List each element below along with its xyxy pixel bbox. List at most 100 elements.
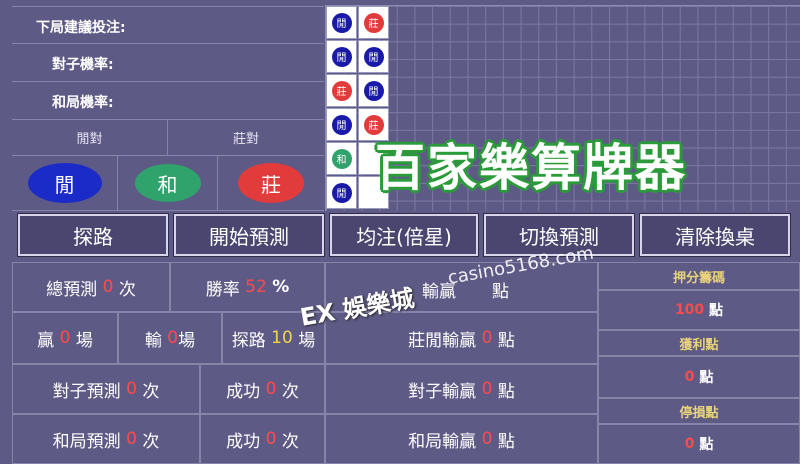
road-cell: 閒	[326, 108, 357, 141]
road-result-dot: 莊	[331, 80, 352, 101]
pair-success-label: 成功	[226, 381, 261, 402]
profit-unit: 點	[699, 370, 714, 386]
left-info-panel: 下局建議投注: 對子機率: 和局機率: 閒對 莊對 閒 和 莊	[12, 6, 324, 211]
total-prediction-cell: 總預測 0 次	[12, 262, 170, 312]
bp-winloss-unit: 點	[497, 330, 515, 351]
tie-button[interactable]: 和	[134, 164, 201, 202]
lose-value: 0	[167, 328, 179, 348]
road-result-dot: 閒	[331, 12, 352, 33]
stop-loss-label: 停損點	[679, 405, 719, 421]
tie-prediction-unit: 次	[142, 431, 160, 452]
road-cell: 和	[326, 142, 357, 175]
banker-button-label: 莊	[261, 172, 281, 197]
road-result-dot: 閒	[363, 80, 384, 101]
winrate-unit: %	[272, 277, 290, 297]
stop-loss-value: 0	[684, 436, 695, 452]
tie-winloss-label: 和局輸贏	[408, 431, 477, 452]
stop-loss-header: 停損點	[598, 398, 800, 424]
pair-prediction-cell: 對子預測 0 次	[12, 364, 200, 414]
stop-loss-field[interactable]: 0 點	[598, 424, 800, 464]
clear-table-label: 清除換桌	[675, 224, 755, 249]
bp-winloss-value: 0	[481, 328, 493, 348]
tie-prediction-value: 0	[126, 429, 137, 449]
pair-rate-row: 對子機率:	[12, 44, 324, 82]
winrate-label: 勝率	[205, 279, 240, 300]
lose-label: 輸	[144, 330, 162, 351]
start-prediction-button[interactable]: 開始預測	[173, 213, 325, 257]
win-value: 0	[59, 328, 71, 348]
flat-bet-label: 均注(倍星)	[356, 224, 452, 249]
road-cell: 莊	[326, 74, 357, 107]
pair-winloss-unit: 點	[497, 381, 515, 402]
calculator-title: 百家樂算牌器	[375, 139, 687, 197]
lose-unit: 場	[178, 330, 196, 351]
tie-success-unit: 次	[281, 431, 299, 452]
player-button-label: 閒	[54, 172, 75, 197]
tie-success-cell: 成功 0 次	[200, 414, 325, 464]
winrate-value: 52	[245, 277, 267, 297]
bet-chips-label: 押分籌碼	[672, 270, 725, 286]
tie-button-label: 和	[157, 172, 178, 197]
banker-pair-label: 莊對	[232, 132, 259, 147]
pair-rate-label: 對子機率:	[52, 57, 114, 73]
stop-loss-unit: 點	[699, 437, 714, 453]
road-result-dot: 和	[331, 148, 352, 169]
tie-winloss-cell: 和局輸贏 0 點	[325, 414, 598, 464]
tie-rate-label: 和局機率:	[52, 95, 114, 111]
profit-label: 獲利點	[679, 337, 719, 353]
tie-winloss-unit: 點	[497, 431, 515, 452]
player-pair-header: 閒對	[12, 120, 168, 156]
road-cell: 閒	[358, 40, 389, 73]
banker-cell: 莊	[218, 156, 324, 211]
profit-header: 獲利點	[598, 330, 800, 356]
pair-prediction-value: 0	[126, 379, 137, 399]
next-bet-row: 下局建議投注:	[12, 6, 324, 44]
profit-field[interactable]: 0 點	[598, 356, 800, 398]
player-button[interactable]: 閒	[27, 163, 102, 203]
pair-winloss-label: 對子輸贏	[408, 381, 477, 402]
tie-prediction-cell: 和局預測 0 次	[12, 414, 200, 464]
total-prediction-unit: 次	[118, 279, 136, 300]
tie-prediction-label: 和局預測	[52, 431, 121, 452]
player-pair-label: 閒對	[76, 132, 103, 147]
road-cell: 閒	[326, 176, 357, 209]
road-cell: 閒	[326, 40, 357, 73]
win-count-cell: 贏 0 場	[12, 312, 118, 364]
road-result-dot: 閒	[331, 46, 352, 67]
pair-prediction-label: 對子預測	[52, 381, 121, 402]
tie-cell: 和	[118, 156, 218, 211]
road-cell: 閒	[358, 74, 389, 107]
road-result-dot: 莊	[363, 12, 384, 33]
bp-winloss-label: 莊閒輸贏	[408, 330, 477, 351]
bet-chips-header: 押分籌碼	[598, 262, 800, 290]
pair-success-unit: 次	[281, 381, 299, 402]
road-button[interactable]: 探路	[17, 213, 169, 257]
banker-pair-header: 莊對	[168, 120, 324, 156]
bet-amount-value: 100	[674, 302, 705, 318]
pair-winloss-cell: 對子輸贏 0 點	[325, 364, 598, 414]
road-count-label: 探路	[231, 330, 266, 351]
win-label: 贏	[37, 330, 55, 351]
bet-amount-field[interactable]: 100 點	[598, 290, 800, 330]
win-unit: 場	[75, 330, 93, 351]
start-prediction-label: 開始預測	[209, 224, 289, 249]
road-result-dot: 閒	[363, 46, 384, 67]
road-button-label: 探路	[73, 224, 113, 249]
flat-bet-button[interactable]: 均注(倍星)	[329, 213, 479, 257]
pair-prediction-unit: 次	[142, 381, 160, 402]
clear-table-button[interactable]: 清除換桌	[639, 213, 791, 257]
player-cell: 閒	[12, 156, 118, 211]
road-result-dot: 閒	[331, 182, 352, 203]
pair-success-value: 0	[265, 379, 277, 399]
road-cell: 莊	[358, 6, 389, 39]
next-bet-label: 下局建議投注:	[36, 20, 126, 36]
lose-count-cell: 輸 0場	[118, 312, 222, 364]
tie-success-label: 成功	[226, 431, 261, 452]
pair-winloss-value: 0	[481, 379, 493, 399]
tie-rate-row: 和局機率:	[12, 82, 324, 120]
profit-value: 0	[684, 369, 695, 385]
banker-button[interactable]: 莊	[238, 163, 304, 203]
pair-success-cell: 成功 0 次	[200, 364, 325, 414]
tie-winloss-value: 0	[481, 429, 493, 449]
total-prediction-label: 總預測	[46, 279, 98, 300]
